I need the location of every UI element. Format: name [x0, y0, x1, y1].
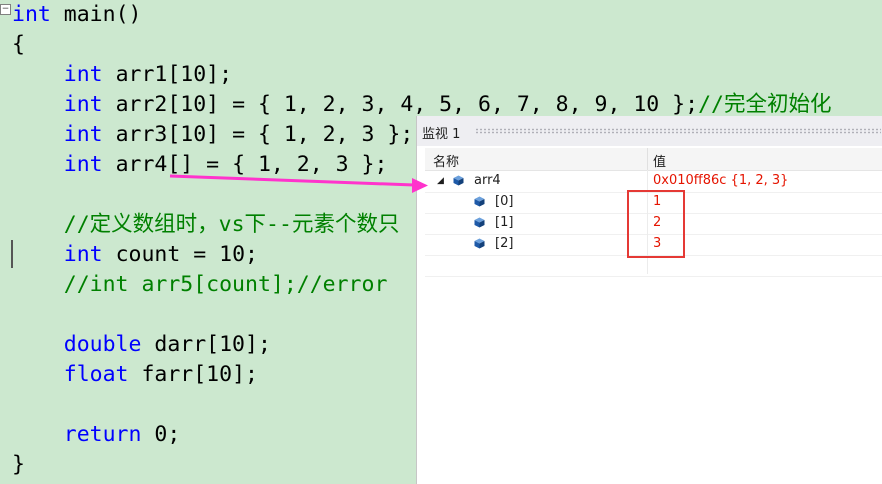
annotation-arrow: [169, 174, 428, 193]
